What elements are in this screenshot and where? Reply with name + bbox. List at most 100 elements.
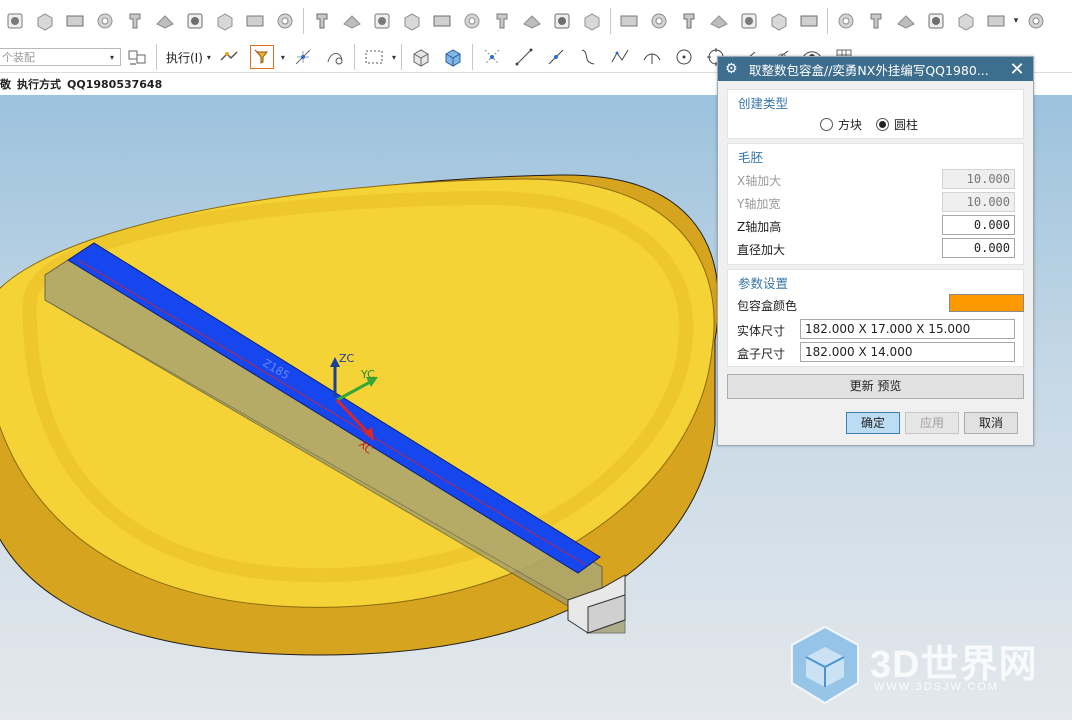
box-color-swatch[interactable] <box>949 294 1024 312</box>
toolbar-divider <box>610 8 611 34</box>
face-icon[interactable] <box>34 10 56 32</box>
cable-icon[interactable] <box>1025 10 1047 32</box>
y-widen-field: 10.000 <box>942 192 1015 212</box>
radio-block-label: 方块 <box>838 118 863 132</box>
cylinder-pair-icon[interactable] <box>708 10 730 32</box>
slab-icon[interactable] <box>768 10 790 32</box>
toolbar-divider <box>400 44 402 70</box>
column-icon[interactable] <box>895 10 917 32</box>
assembly-view-icon[interactable] <box>126 46 148 68</box>
pattern-icon[interactable] <box>124 10 146 32</box>
snap-point-icon[interactable] <box>218 46 240 68</box>
line-tool-icon[interactable] <box>513 46 535 68</box>
selection-filter-value: 个装配 <box>2 51 35 64</box>
chevron-down-icon[interactable]: ▾ <box>207 53 211 62</box>
y-widen-label: Y轴加宽 <box>737 197 781 211</box>
box-size-label: 盒子尺寸 <box>737 347 786 361</box>
clamp-icon[interactable] <box>581 10 603 32</box>
punch-icon[interactable] <box>341 10 363 32</box>
arc-tool-icon[interactable] <box>641 46 663 68</box>
cylinder-icon[interactable] <box>678 10 700 32</box>
solid-size-field[interactable]: 182.000 X 17.000 X 15.000 <box>800 319 1015 339</box>
dialog-title: 取整数包容盒//奕勇NX外挂编写QQ1980... <box>749 62 989 78</box>
radio-block-circle[interactable] <box>820 118 833 131</box>
polyline-tool-icon[interactable] <box>609 46 631 68</box>
curve-tool-icon[interactable] <box>577 46 599 68</box>
parameters-title: 参数设置 <box>738 276 789 291</box>
feature-toolbar: ▾ <box>0 0 1072 42</box>
coil-icon[interactable] <box>955 10 977 32</box>
gear-icon[interactable]: ⚙ <box>725 61 741 77</box>
z-raise-field[interactable]: 0.000 <box>942 215 1015 235</box>
snap-arc-icon[interactable] <box>324 46 346 68</box>
execute-menu[interactable]: 执行(I) <box>166 49 203 66</box>
stamp-icon[interactable] <box>371 10 393 32</box>
screw-icon[interactable] <box>835 10 857 32</box>
plate-icon[interactable] <box>401 10 423 32</box>
solid-size-label: 实体尺寸 <box>737 324 786 338</box>
rectangle-select-icon[interactable] <box>363 46 385 68</box>
close-icon[interactable]: ✕ <box>1006 59 1028 80</box>
radio-block[interactable]: 方块 <box>820 116 862 133</box>
radio-cylinder-circle[interactable] <box>876 118 889 131</box>
lever-icon[interactable] <box>551 10 573 32</box>
hole-icon[interactable] <box>4 10 26 32</box>
create-type-title: 创建类型 <box>738 96 789 111</box>
bolt-icon[interactable] <box>274 10 296 32</box>
watermark: 3D世界网 WWW.3DSJW.COM <box>788 625 1058 710</box>
diameter-enlarge-label: 直径加大 <box>737 243 786 257</box>
rod-icon[interactable] <box>798 10 820 32</box>
apply-button[interactable]: 应用 <box>905 412 959 434</box>
ok-button[interactable]: 确定 <box>846 412 900 434</box>
block-icon[interactable] <box>64 10 86 32</box>
i-beam-icon[interactable] <box>431 10 453 32</box>
execution-mode-label: 执行方式 <box>17 78 61 91</box>
shelf-icon[interactable] <box>925 10 947 32</box>
nut-icon[interactable] <box>244 10 266 32</box>
filter-select-icon[interactable] <box>249 45 274 69</box>
box-size-field[interactable]: 182.000 X 14.000 <box>800 342 1015 362</box>
wireframe-box-icon[interactable] <box>410 46 432 68</box>
bracket-icon[interactable] <box>521 10 543 32</box>
toolbar-divider <box>303 8 304 34</box>
chevron-down-icon[interactable]: ▾ <box>1011 16 1021 26</box>
radio-cylinder[interactable]: 圆柱 <box>876 116 918 133</box>
pin-icon[interactable] <box>311 10 333 32</box>
shaded-box-icon[interactable] <box>442 46 464 68</box>
table-icon[interactable] <box>648 10 670 32</box>
blank-title: 毛胚 <box>738 150 764 165</box>
stack-icon[interactable] <box>738 10 760 32</box>
toolbar-divider <box>471 44 473 70</box>
toolbar-divider <box>156 44 157 70</box>
step-icon[interactable] <box>618 10 640 32</box>
spring-plate-icon[interactable] <box>491 10 513 32</box>
chevron-down-icon[interactable]: ▾ <box>392 53 396 62</box>
wave-text-icon[interactable] <box>94 10 116 32</box>
chevron-down-icon[interactable]: ▾ <box>281 53 285 62</box>
parameters-group: 参数设置 包容盒颜色 实体尺寸 182.000 X 17.000 X 15.00… <box>727 269 1024 367</box>
box-icon[interactable] <box>184 10 206 32</box>
cube-logo-icon <box>791 625 859 705</box>
diameter-enlarge-field[interactable]: 0.000 <box>942 238 1015 258</box>
toolbar-divider <box>827 8 828 34</box>
snap-grid-icon[interactable] <box>481 46 503 68</box>
box-color-label: 包容盒颜色 <box>737 299 798 313</box>
toolbar-divider <box>353 44 355 70</box>
x-enlarge-field: 10.000 <box>942 169 1015 189</box>
dialog-title-bar[interactable]: ⚙ 取整数包容盒//奕勇NX外挂编写QQ1980... ✕ <box>718 57 1033 81</box>
axis-label-yc: YC <box>360 368 375 381</box>
grid-holes-icon[interactable] <box>214 10 236 32</box>
circle-center-icon[interactable] <box>673 46 695 68</box>
chamfer-icon[interactable] <box>154 10 176 32</box>
axis-label-zc: ZC <box>339 352 355 365</box>
line-point-icon[interactable] <box>545 46 567 68</box>
selection-filter-dropdown[interactable]: 个装配 ▾ <box>0 48 121 66</box>
watermark-url: WWW.3DSJW.COM <box>874 681 999 693</box>
snap-end-icon[interactable] <box>292 46 314 68</box>
update-preview-button[interactable]: 更新 预览 <box>727 374 1024 399</box>
tee-icon[interactable] <box>461 10 483 32</box>
disc-icon[interactable] <box>985 10 1007 32</box>
texture-icon[interactable] <box>865 10 887 32</box>
cancel-button[interactable]: 取消 <box>964 412 1018 434</box>
watermark-text: 3D世界网 <box>870 644 1038 686</box>
